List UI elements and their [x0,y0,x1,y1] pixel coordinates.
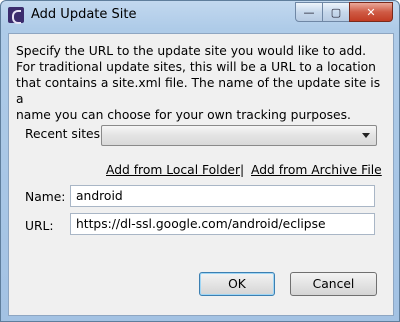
title-bar[interactable]: Add Update Site — ▢ ✕ [1,1,399,31]
url-label: URL: [25,219,54,233]
cancel-button[interactable]: Cancel [290,272,377,296]
recent-sites-label: Recent sites: [25,127,105,141]
recent-sites-combo[interactable] [101,125,377,146]
close-icon: ✕ [366,5,376,19]
chevron-down-icon[interactable] [362,133,370,138]
maximize-button[interactable]: ▢ [322,2,350,22]
link-separator: | [240,163,245,177]
eclipse-icon [8,7,24,24]
url-input[interactable] [70,213,375,235]
minimize-icon: — [303,5,315,19]
close-button[interactable]: ✕ [349,2,393,22]
cancel-button-label: Cancel [312,277,355,291]
ok-button[interactable]: OK [199,272,275,296]
dialog-description: Specify the URL to the update site you w… [16,44,381,122]
add-from-local-folder-link[interactable]: Add from Local Folder [106,163,240,177]
ok-button-label: OK [228,277,246,291]
maximize-icon: ▢ [330,5,342,19]
name-label: Name: [25,190,66,204]
window-title: Add Update Site [31,7,137,22]
minimize-button[interactable]: — [295,2,323,22]
name-input[interactable] [70,185,375,207]
caption-buttons: — ▢ ✕ [295,2,393,22]
add-from-archive-file-link[interactable]: Add from Archive File [251,163,382,177]
